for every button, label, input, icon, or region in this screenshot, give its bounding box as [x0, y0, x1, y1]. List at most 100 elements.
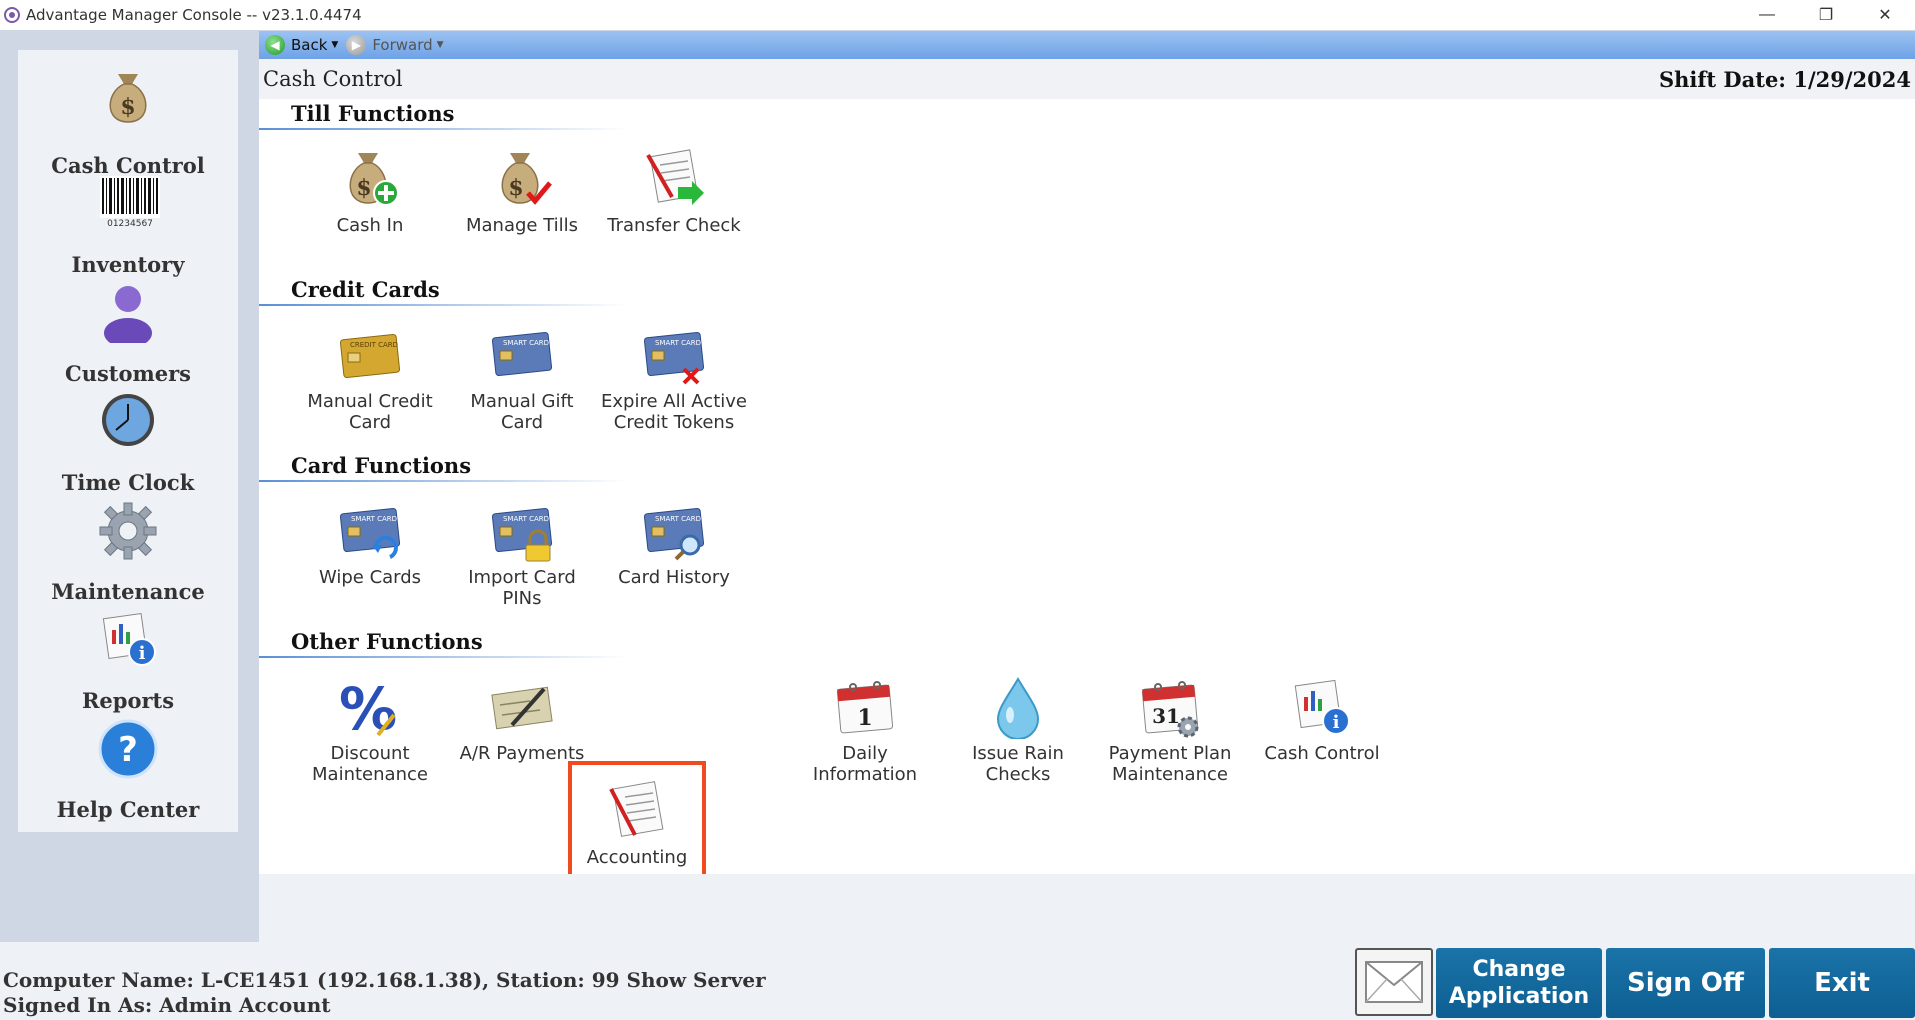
user-icon [104, 286, 152, 343]
signed-in-text: Signed In As: Admin Account [3, 993, 331, 1017]
clock-icon [102, 394, 154, 446]
section-divider [259, 480, 629, 482]
tile-ar-payments[interactable]: A/R Payments [449, 675, 595, 764]
back-arrow-icon: ◀ [265, 35, 285, 55]
help-symbol: ? [118, 730, 138, 770]
card-text: SMART CARD [351, 515, 397, 523]
envelope-icon [1365, 961, 1423, 1003]
restore-button[interactable]: ❐ [1797, 0, 1855, 30]
exit-button[interactable]: Exit [1769, 948, 1915, 1018]
tile-label: Accounting [586, 847, 688, 868]
tile-label: Manual Gift Card [470, 391, 574, 433]
tile-accounting[interactable]: Accounting [568, 761, 706, 889]
tile-label: Wipe Cards [318, 567, 422, 588]
minimize-icon: — [1759, 6, 1775, 23]
percent-symbol: % [339, 675, 397, 739]
calendar-day: 1 [857, 705, 872, 731]
back-label: Back [291, 36, 328, 54]
document-arrow-icon [646, 149, 704, 205]
smart-card-search-icon: SMART CARD [643, 507, 705, 561]
section-divider [259, 656, 629, 658]
card-text: SMART CARD [503, 515, 549, 523]
restore-icon: ❐ [1818, 7, 1834, 24]
tile-manage-tills[interactable]: $ Manage Tills [449, 147, 595, 236]
computer-name-text: Computer Name: L-CE1451 (192.168.1.38), … [3, 968, 766, 992]
window-title: Advantage Manager Console -- v23.1.0.447… [26, 6, 362, 24]
shift-date: Shift Date: 1/29/2024 [1658, 67, 1911, 92]
tile-label: Cash Control [1264, 743, 1380, 764]
calendar-day: 31 [1152, 704, 1180, 728]
card-text: SMART CARD [655, 515, 701, 523]
tile-import-card-pins[interactable]: SMART CARD Import Card PINs [449, 499, 595, 609]
sidebar-item-reports[interactable]: i Reports [18, 610, 238, 715]
barcode-icon: 01234567 [100, 176, 160, 228]
sidebar-item-help-center[interactable]: ? Help Center [18, 719, 238, 824]
section-title-other-functions: Other Functions [291, 629, 483, 654]
tile-manual-credit-card[interactable]: CREDIT CARD Manual Credit Card [297, 323, 443, 433]
tile-transfer-check[interactable]: Transfer Check [601, 147, 747, 236]
water-drop-icon [996, 677, 1040, 739]
close-button[interactable]: ✕ [1856, 0, 1914, 30]
tile-issue-rain-checks[interactable]: Issue Rain Checks [945, 675, 1091, 785]
tile-label: Card History [618, 567, 730, 588]
change-application-button[interactable]: Change Application [1436, 948, 1602, 1018]
money-symbol: $ [356, 175, 371, 201]
header-bar: Cash Control Shift Date: 1/29/2024 [259, 59, 1915, 99]
sidebar-item-label: Help Center [56, 797, 200, 822]
report-info-icon: i [1294, 679, 1350, 735]
sidebar-item-label: Time Clock [61, 470, 195, 495]
money-bag-check-icon: $ [501, 153, 552, 205]
tile-label: Import Card PINs [468, 567, 576, 609]
chevron-down-icon: ▼ [331, 40, 339, 50]
section-title-till-functions: Till Functions [291, 101, 455, 126]
card-text: CREDIT CARD [350, 341, 398, 349]
tile-cash-in[interactable]: $ Cash In [297, 147, 443, 236]
sidebar-item-label: Inventory [71, 252, 185, 277]
tile-expire-credit-tokens[interactable]: SMART CARD Expire All Active Credit Token… [601, 323, 747, 433]
minimize-button[interactable]: — [1738, 0, 1796, 30]
tile-discount-maintenance[interactable]: % Discount Maintenance [297, 675, 443, 785]
sidebar-item-cash-control[interactable]: $ Cash Control [18, 60, 238, 178]
money-symbol: $ [508, 175, 523, 201]
smart-card-x-icon: SMART CARD [643, 331, 705, 385]
forward-button[interactable]: ▶ Forward ▼ [346, 35, 444, 55]
sidebar-item-time-clock[interactable]: Time Clock [18, 392, 238, 497]
forward-arrow-icon: ▶ [346, 35, 367, 55]
help-icon: ? [98, 719, 158, 779]
tile-cash-control[interactable]: i Cash Control [1249, 675, 1395, 764]
gear-icon [99, 502, 157, 560]
tile-label: Discount Maintenance [312, 743, 428, 785]
sidebar-item-inventory[interactable]: 01234567 Inventory [18, 174, 238, 279]
tile-label: Transfer Check [607, 215, 741, 236]
title-bar: Advantage Manager Console -- v23.1.0.447… [0, 0, 1915, 30]
chevron-down-icon: ▼ [436, 40, 444, 50]
sidebar-item-customers[interactable]: Customers [18, 283, 238, 388]
section-divider [259, 304, 629, 306]
sign-off-button[interactable]: Sign Off [1606, 948, 1765, 1018]
card-text: SMART CARD [655, 339, 701, 347]
tile-wipe-cards[interactable]: SMART CARD Wipe Cards [297, 499, 443, 588]
tile-label: Expire All Active Credit Tokens [601, 391, 747, 433]
smart-card-icon: SMART CARD [491, 331, 553, 377]
tile-manual-gift-card[interactable]: SMART CARD Manual Gift Card [449, 323, 595, 433]
tile-daily-information[interactable]: 1 Daily Information [792, 675, 938, 785]
info-symbol: i [1333, 712, 1340, 733]
tile-label: Cash In [336, 215, 404, 236]
check-pen-icon [491, 686, 553, 730]
message-button[interactable] [1355, 948, 1433, 1016]
navigation-bar: ◀ Back ▼ ▶ Forward ▼ [259, 31, 1915, 59]
tile-label: Issue Rain Checks [972, 743, 1064, 785]
tile-card-history[interactable]: SMART CARD Card History [601, 499, 747, 588]
gold-card-icon: CREDIT CARD [339, 333, 401, 379]
tile-label: Daily Information [812, 743, 918, 785]
section-title-credit-cards: Credit Cards [291, 277, 440, 302]
calendar-gear-icon: 31 [1141, 681, 1199, 738]
tile-payment-plan-maintenance[interactable]: 31 Payment Plan Maintenance [1097, 675, 1243, 785]
sidebar-item-maintenance[interactable]: Maintenance [18, 501, 238, 606]
info-symbol: i [139, 643, 146, 664]
back-button[interactable]: ◀ Back ▼ [265, 35, 338, 55]
sidebar-item-label: Reports [81, 688, 175, 713]
close-icon: ✕ [1878, 7, 1892, 24]
sidebar: $ Cash Control 01234567 Inventory Custom… [18, 50, 238, 832]
tile-label: Manage Tills [465, 215, 579, 236]
